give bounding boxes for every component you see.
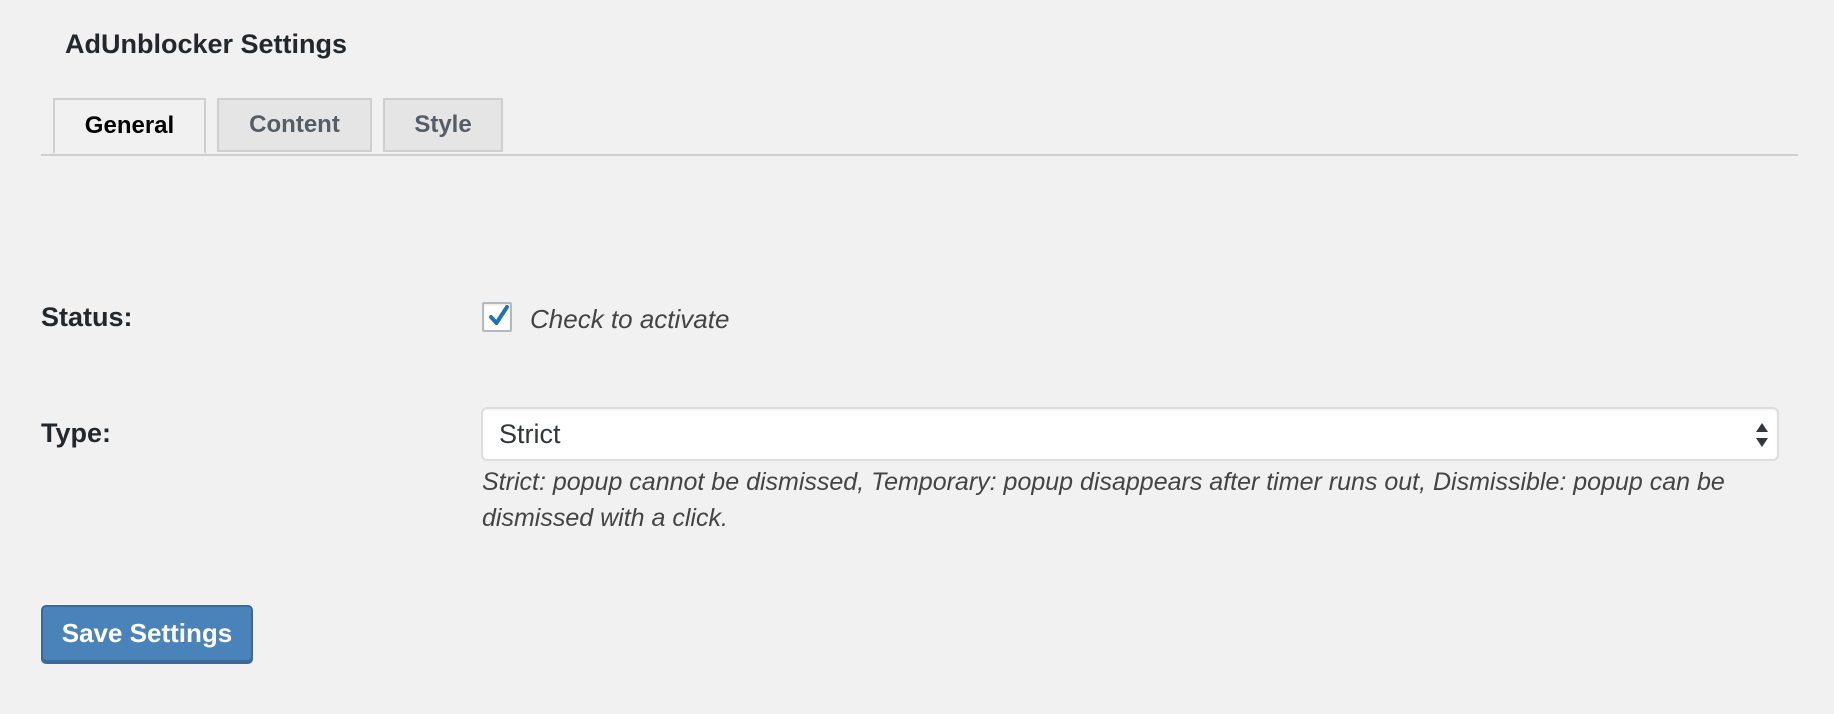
tab-general[interactable]: General [53,98,206,154]
save-settings-button[interactable]: Save Settings [41,605,253,662]
type-select[interactable]: Strict [481,407,1779,461]
status-checkbox-label: Check to activate [530,304,730,334]
tab-bar: General Content Style [41,98,1798,156]
type-description: Strict: popup cannot be dismissed, Tempo… [482,468,1725,532]
status-label: Status: [41,302,133,332]
type-select-value: Strict [499,419,561,449]
tab-content[interactable]: Content [217,98,372,152]
status-checkbox[interactable] [482,302,512,332]
updown-arrows-icon [1756,423,1768,447]
page-title: AdUnblocker Settings [65,29,348,59]
tab-style[interactable]: Style [383,98,503,152]
type-label: Type: [41,418,112,448]
checkmark-icon [489,305,509,325]
